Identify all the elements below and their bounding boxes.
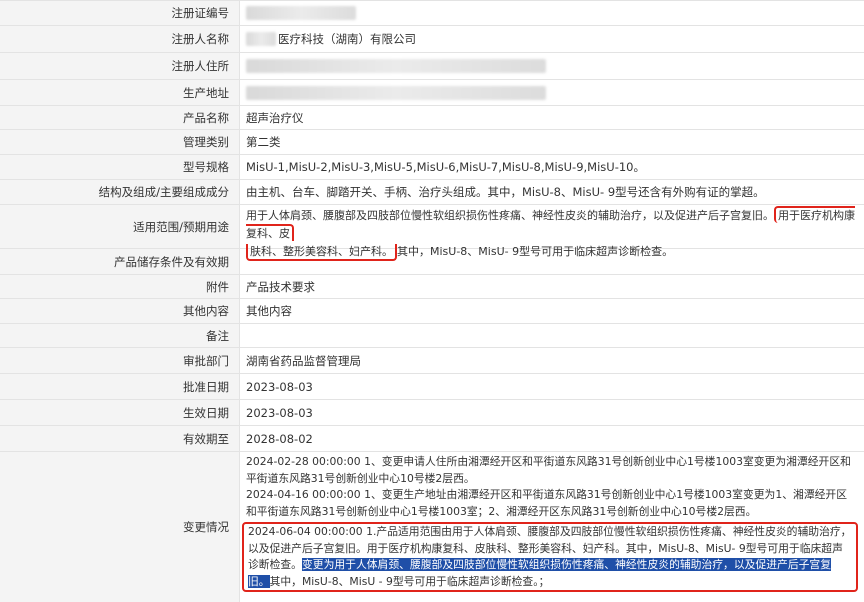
row-attachment: 附件 产品技术要求 <box>0 275 864 299</box>
row-approval-date: 批准日期 2023-08-03 <box>0 374 864 400</box>
value-reg-no <box>240 1 864 25</box>
row-mgmt-class: 管理类别 第二类 <box>0 130 864 155</box>
label-reg-no: 注册证编号 <box>0 1 240 25</box>
change-entry-1: 2024-02-28 00:00:00 1、变更申请人住所由湘潭经开区和平街道东… <box>246 455 851 485</box>
redacted-block <box>246 59 546 73</box>
row-storage: 产品储存条件及有效期 <box>0 249 864 275</box>
label-approval-date: 批准日期 <box>0 374 240 399</box>
label-changes: 变更情况 <box>0 452 240 602</box>
value-registrant: 医疗科技（湖南）有限公司 <box>240 26 864 52</box>
label-mgmt-class: 管理类别 <box>0 130 240 154</box>
label-valid-until: 有效期至 <box>0 426 240 451</box>
row-reg-no: 注册证编号 <box>0 1 864 26</box>
redacted-block <box>246 32 276 46</box>
value-product-name: 超声治疗仪 <box>246 110 304 125</box>
value-changes: 2024-02-28 00:00:00 1、变更申请人住所由湘潭经开区和平街道东… <box>240 452 864 602</box>
row-production-address: 生产地址 <box>0 80 864 106</box>
row-registrant: 注册人名称 医疗科技（湖南）有限公司 <box>0 26 864 53</box>
value-scope: 用于人体肩颈、腰腹部及四肢部位慢性软组织损伤性疼痛、神经性皮炎的辅助治疗，以及促… <box>240 205 864 261</box>
row-scope: 适用范围/预期用途 用于人体肩颈、腰腹部及四肢部位慢性软组织损伤性疼痛、神经性皮… <box>0 205 864 261</box>
value-approval-dept: 湖南省药品监督管理局 <box>246 353 361 368</box>
row-remark: 备注 <box>0 324 864 348</box>
value-storage <box>240 249 864 274</box>
row-changes: 变更情况 2024-02-28 00:00:00 1、变更申请人住所由湘潭经开区… <box>0 452 864 602</box>
row-effective-date: 生效日期 2023-08-03 <box>0 400 864 426</box>
row-models: 型号规格 MisU-1,MisU-2,MisU-3,MisU-5,MisU-6,… <box>0 155 864 180</box>
label-remark: 备注 <box>0 324 240 347</box>
row-valid-until: 有效期至 2028-08-02 <box>0 426 864 452</box>
row-product-name: 产品名称 超声治疗仪 <box>0 106 864 130</box>
label-address: 注册人住所 <box>0 53 240 79</box>
label-storage: 产品储存条件及有效期 <box>0 249 240 274</box>
value-composition: 由主机、台车、脚踏开关、手柄、治疗头组成。其中，MisU-8、MisU- 9型号… <box>246 185 765 199</box>
value-effective-date: 2023-08-03 <box>246 405 313 420</box>
value-other: 其他内容 <box>246 304 292 318</box>
value-attachment: 产品技术要求 <box>246 279 315 294</box>
value-mgmt-class: 第二类 <box>246 135 281 149</box>
value-remark <box>240 324 864 347</box>
value-address <box>240 53 864 79</box>
change-entry-2: 2024-04-16 00:00:00 1、变更生产地址由湘潭经开区和平街道东风… <box>246 488 847 518</box>
value-production-address <box>240 80 864 105</box>
label-scope: 适用范围/预期用途 <box>0 205 240 248</box>
row-composition: 结构及组成/主要组成成分 由主机、台车、脚踏开关、手柄、治疗头组成。其中，Mis… <box>0 180 864 205</box>
label-models: 型号规格 <box>0 155 240 179</box>
value-approval-date: 2023-08-03 <box>246 379 313 394</box>
label-product-name: 产品名称 <box>0 106 240 129</box>
registration-table: 注册证编号 注册人名称 医疗科技（湖南）有限公司 注册人住所 生产地址 产品名称… <box>0 0 864 602</box>
registrant-name: 医疗科技（湖南）有限公司 <box>278 32 416 46</box>
label-attachment: 附件 <box>0 275 240 298</box>
scope-indication: 用于人体肩颈、腰腹部及四肢部位慢性软组织损伤性疼痛、神经性皮炎的辅助治疗，以及促… <box>246 209 774 222</box>
row-approval-dept: 审批部门 湖南省药品监督管理局 <box>0 348 864 374</box>
label-registrant: 注册人名称 <box>0 26 240 52</box>
redacted-block <box>246 6 356 20</box>
label-production-address: 生产地址 <box>0 80 240 105</box>
label-approval-dept: 审批部门 <box>0 348 240 373</box>
value-valid-until: 2028-08-02 <box>246 431 313 446</box>
redacted-block <box>246 85 546 100</box>
change-entry-3-after: 其中，MisU-8、MisU - 9型号可用于临床超声诊断检查。； <box>269 574 550 588</box>
row-other: 其他内容 其他内容 <box>0 299 864 324</box>
value-models: MisU-1,MisU-2,MisU-3,MisU-5,MisU-6,MisU-… <box>246 160 645 174</box>
label-effective-date: 生效日期 <box>0 400 240 425</box>
change-entry-3: 2024-06-04 00:00:00 1.产品适用范围由用于人体肩颈、腰腹部及… <box>242 522 858 592</box>
label-composition: 结构及组成/主要组成成分 <box>0 180 240 204</box>
label-other: 其他内容 <box>0 299 240 323</box>
row-address: 注册人住所 <box>0 53 864 80</box>
